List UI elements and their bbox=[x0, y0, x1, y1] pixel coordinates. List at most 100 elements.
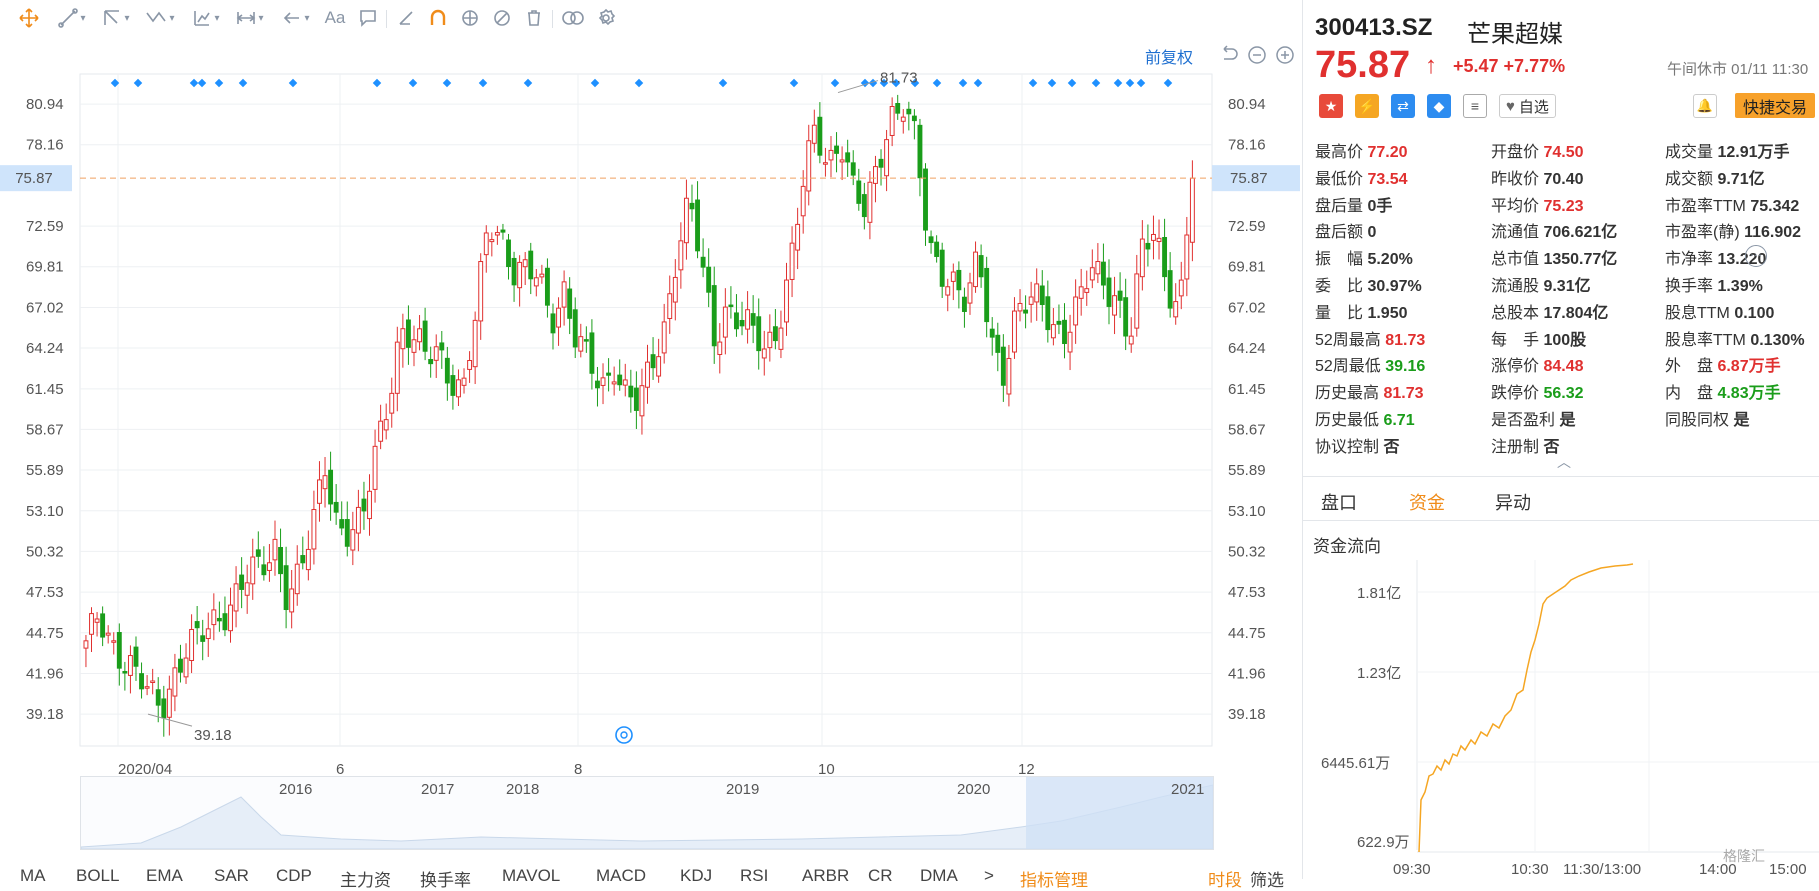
candle bbox=[917, 124, 923, 179]
indicator-tab[interactable]: RSI bbox=[740, 866, 768, 886]
link-icon[interactable] bbox=[558, 4, 588, 32]
eye-icon[interactable] bbox=[456, 4, 484, 32]
bell-icon[interactable]: 🔔 bbox=[1693, 94, 1717, 118]
line-icon[interactable]: ▾ bbox=[52, 4, 92, 32]
nav-year-2016: 2016 bbox=[279, 781, 313, 798]
reset-icon[interactable] bbox=[1218, 44, 1240, 66]
indicator-tab[interactable]: EMA bbox=[146, 866, 183, 886]
trash-icon[interactable] bbox=[520, 4, 548, 32]
more-stats-icon[interactable]: ⋯ bbox=[1745, 245, 1767, 267]
drawing-toolbar: ▾ ▾ ▾ ▾ ▾ ▾ Aa bbox=[0, 0, 1300, 38]
lightning-icon[interactable]: ⚡ bbox=[1355, 94, 1379, 118]
event-dot[interactable] bbox=[590, 78, 600, 88]
magnet-icon[interactable] bbox=[424, 4, 452, 32]
fund-flow-chart: 1.81亿 1.23亿 6445.61万 622.9万 09:30 10:30 … bbox=[1321, 560, 1819, 878]
candlestick-chart[interactable]: 80.94 78.16 72.59 69.81 67.02 64.24 61.45 58.67… bbox=[0, 38, 1300, 879]
event-dot[interactable] bbox=[1091, 78, 1101, 88]
tab-book[interactable]: 盘口 bbox=[1321, 489, 1357, 515]
arrow-icon[interactable]: ▾ bbox=[276, 4, 316, 32]
more-indicators-icon[interactable]: > bbox=[984, 866, 994, 886]
event-dot[interactable] bbox=[238, 78, 248, 88]
measure-icon[interactable]: ▾ bbox=[230, 4, 270, 32]
settings-icon[interactable] bbox=[592, 4, 620, 32]
candle bbox=[633, 387, 639, 411]
event-dot[interactable] bbox=[718, 78, 728, 88]
stat-row: 历史最低 6.71 bbox=[1315, 406, 1415, 430]
flag-cn-icon[interactable]: ★ bbox=[1319, 94, 1343, 118]
stat-row: 跌停价 56.32 bbox=[1491, 379, 1584, 403]
eye-off-icon[interactable] bbox=[488, 4, 516, 32]
stat-row: 成交额 9.71亿 bbox=[1665, 165, 1765, 189]
stat-label: 股息TTM bbox=[1665, 304, 1730, 322]
tag-icon[interactable]: ◆ bbox=[1427, 94, 1451, 118]
indicator-tab[interactable]: MAVOL bbox=[502, 866, 560, 886]
zoom-out-icon[interactable] bbox=[1246, 44, 1268, 66]
indicator-tab[interactable]: BOLL bbox=[76, 866, 119, 886]
candle bbox=[895, 102, 901, 114]
add-favorite-button[interactable]: ♥ 自选 bbox=[1499, 94, 1556, 118]
event-dot[interactable] bbox=[372, 78, 382, 88]
candle bbox=[189, 628, 195, 661]
event-dot[interactable] bbox=[1125, 78, 1135, 88]
stat-label: 振 幅 bbox=[1315, 251, 1364, 269]
text-icon[interactable]: Aa bbox=[320, 4, 350, 32]
event-dot[interactable] bbox=[214, 78, 224, 88]
event-dot[interactable] bbox=[830, 78, 840, 88]
candle bbox=[544, 267, 550, 306]
tab-capital[interactable]: 资金 bbox=[1409, 489, 1445, 515]
shuffle-icon[interactable]: ⇄ bbox=[1391, 94, 1415, 118]
event-dot[interactable] bbox=[932, 78, 942, 88]
event-dot[interactable] bbox=[197, 78, 207, 88]
collapse-icon[interactable]: ︿ bbox=[1557, 452, 1571, 472]
indicator-tab[interactable]: CDP bbox=[276, 866, 312, 886]
nav-year-2018: 2018 bbox=[506, 781, 540, 798]
candle bbox=[734, 312, 739, 330]
ray-icon[interactable]: ▾ bbox=[96, 4, 136, 32]
candle bbox=[1134, 273, 1140, 329]
indicator-tab[interactable]: MA bbox=[20, 866, 46, 886]
event-dot[interactable] bbox=[442, 78, 452, 88]
indicator-tab[interactable]: ARBR bbox=[802, 866, 849, 886]
event-dot[interactable] bbox=[860, 78, 870, 88]
move-icon[interactable] bbox=[14, 4, 44, 32]
event-dot[interactable] bbox=[1047, 78, 1057, 88]
candle bbox=[561, 281, 567, 308]
event-dot[interactable] bbox=[973, 78, 983, 88]
fund-x-label: 15:00 bbox=[1769, 861, 1807, 878]
indicator-tab[interactable]: CR bbox=[868, 866, 893, 886]
tab-movement[interactable]: 异动 bbox=[1495, 489, 1531, 515]
event-dot[interactable] bbox=[523, 78, 533, 88]
event-dot[interactable] bbox=[1028, 78, 1038, 88]
event-dot[interactable] bbox=[789, 78, 799, 88]
event-dot[interactable] bbox=[478, 78, 488, 88]
event-dot[interactable] bbox=[288, 78, 298, 88]
comment-icon[interactable] bbox=[354, 4, 382, 32]
event-dot[interactable] bbox=[133, 78, 143, 88]
candle bbox=[211, 609, 217, 626]
indicator-tab[interactable]: DMA bbox=[920, 866, 958, 886]
event-dot[interactable] bbox=[634, 78, 644, 88]
event-dot[interactable] bbox=[1113, 78, 1123, 88]
event-dot[interactable] bbox=[1163, 78, 1173, 88]
event-dot[interactable] bbox=[189, 78, 199, 88]
ruler-icon[interactable] bbox=[392, 4, 420, 32]
indicator-tab[interactable]: SAR bbox=[214, 866, 249, 886]
stat-row: 成交量 12.91万手 bbox=[1665, 138, 1790, 162]
adjust-toggle[interactable]: 前复权 bbox=[1145, 44, 1193, 68]
range-navigator[interactable]: 2016 2017 2018 2019 2020 2021 bbox=[80, 776, 1214, 850]
note-icon[interactable]: ≡ bbox=[1463, 94, 1487, 118]
event-dot[interactable] bbox=[408, 78, 418, 88]
quick-trade-button[interactable]: 快捷交易 bbox=[1735, 93, 1816, 118]
candle bbox=[884, 139, 890, 177]
event-dot[interactable] bbox=[958, 78, 968, 88]
indicator-tab[interactable]: KDJ bbox=[680, 866, 712, 886]
event-dot[interactable] bbox=[1136, 78, 1146, 88]
announcement-icon[interactable] bbox=[615, 726, 633, 744]
candle bbox=[856, 180, 862, 204]
polyline-icon[interactable]: ▾ bbox=[140, 4, 180, 32]
indicator-tab[interactable]: MACD bbox=[596, 866, 646, 886]
zoom-in-icon[interactable] bbox=[1274, 44, 1296, 66]
rect-icon[interactable]: ▾ bbox=[186, 4, 226, 32]
stat-label: 跌停价 bbox=[1491, 385, 1540, 403]
event-dot[interactable] bbox=[1067, 78, 1077, 88]
